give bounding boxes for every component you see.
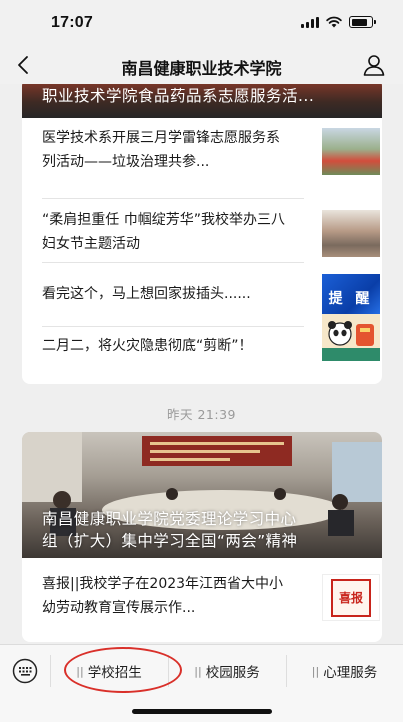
- list-item[interactable]: 喜报||我校学子在2023年江西省大中小幼劳动教育宣传展示作... 喜报: [42, 572, 380, 632]
- menu-item-label: 心理服务: [323, 665, 378, 681]
- status-bar: 17:07: [0, 0, 403, 46]
- divider: [42, 326, 304, 327]
- hero-article[interactable]: 职业技术学院食品药品系志愿服务活...: [22, 84, 382, 118]
- divider: [42, 198, 304, 199]
- nav-bar: 南昌健康职业技术学院: [0, 46, 403, 84]
- list-item-title: “柔肩担重任 巾帼绽芳华”我校举办三八妇女节主题活动: [42, 212, 285, 252]
- page-title: 南昌健康职业技术学院: [121, 59, 282, 78]
- status-icons: [301, 16, 376, 28]
- good-news-badge: 喜报: [331, 578, 371, 617]
- wifi-icon: [326, 16, 342, 28]
- article-thumbnail: 喜报: [322, 574, 380, 621]
- article-thumbnail: [322, 314, 380, 361]
- menu-item-psych-service[interactable]: || 心理服务: [286, 645, 403, 697]
- status-time: 17:07: [51, 14, 93, 31]
- highlight-circle-annotation: [64, 647, 182, 693]
- message-timestamp: 昨天 21:39: [167, 407, 236, 422]
- thumbnail-caption: 喜报: [338, 591, 363, 605]
- hero-article[interactable]: 南昌健康职业学院党委理论学习中心 组（扩大）集中学习全国“两会”精神: [22, 432, 382, 558]
- hero-title-line: 组（扩大）集中学习全国“两会”精神: [42, 532, 298, 550]
- list-item[interactable]: 医学技术系开展三月学雷锋志愿服务系列活动——垃圾治理共参...: [42, 124, 380, 184]
- article-thumbnail: [322, 210, 380, 257]
- bottom-menu: || 学校招生 || 校园服务 || 心理服务: [0, 644, 403, 696]
- list-item-title: 喜报||我校学子在2023年江西省大中小幼劳动教育宣传展示作...: [42, 576, 284, 616]
- menu-item-campus-service[interactable]: || 校园服务: [168, 645, 286, 697]
- list-item[interactable]: “柔肩担重任 巾帼绽芳华”我校举办三八妇女节主题活动: [42, 208, 380, 268]
- menu-item-label: 校园服务: [205, 665, 260, 681]
- hero-title-line: 南昌健康职业学院党委理论学习中心: [42, 510, 297, 528]
- hero-article-title: 南昌健康职业学院党委理论学习中心 组（扩大）集中学习全国“两会”精神: [42, 508, 367, 552]
- panda-illustration: [322, 321, 380, 361]
- thumbnail-caption: 提 醒: [328, 290, 374, 307]
- list-item-title: 二月二，将火灾隐患彻底“剪断”！: [42, 338, 253, 354]
- list-item[interactable]: 二月二，将火灾隐患彻底“剪断”！: [42, 314, 380, 384]
- cellular-signal-icon: [301, 16, 319, 28]
- list-item-title: 医学技术系开展三月学雷锋志愿服务系列活动——垃圾治理共参...: [42, 130, 280, 170]
- home-area: [0, 696, 403, 722]
- home-indicator[interactable]: [132, 709, 272, 714]
- menu-bars-icon: ||: [311, 664, 320, 678]
- keyboard-icon[interactable]: [12, 658, 38, 684]
- article-card: 职业技术学院食品药品系志愿服务活... 医学技术系开展三月学雷锋志愿服务系列活动…: [22, 84, 382, 384]
- message-feed[interactable]: 职业技术学院食品药品系志愿服务活... 医学技术系开展三月学雷锋志愿服务系列活动…: [0, 84, 403, 644]
- article-card: 南昌健康职业学院党委理论学习中心 组（扩大）集中学习全国“两会”精神 喜报||我…: [22, 432, 382, 642]
- list-item-title: 看完这个，马上想回家拔插头......: [42, 286, 251, 302]
- battery-icon: [349, 16, 376, 28]
- divider: [42, 262, 304, 263]
- hero-article-title: 职业技术学院食品药品系志愿服务活...: [42, 87, 315, 105]
- menu-bars-icon: ||: [194, 664, 202, 678]
- profile-icon[interactable]: [361, 52, 387, 78]
- article-thumbnail: [322, 128, 380, 175]
